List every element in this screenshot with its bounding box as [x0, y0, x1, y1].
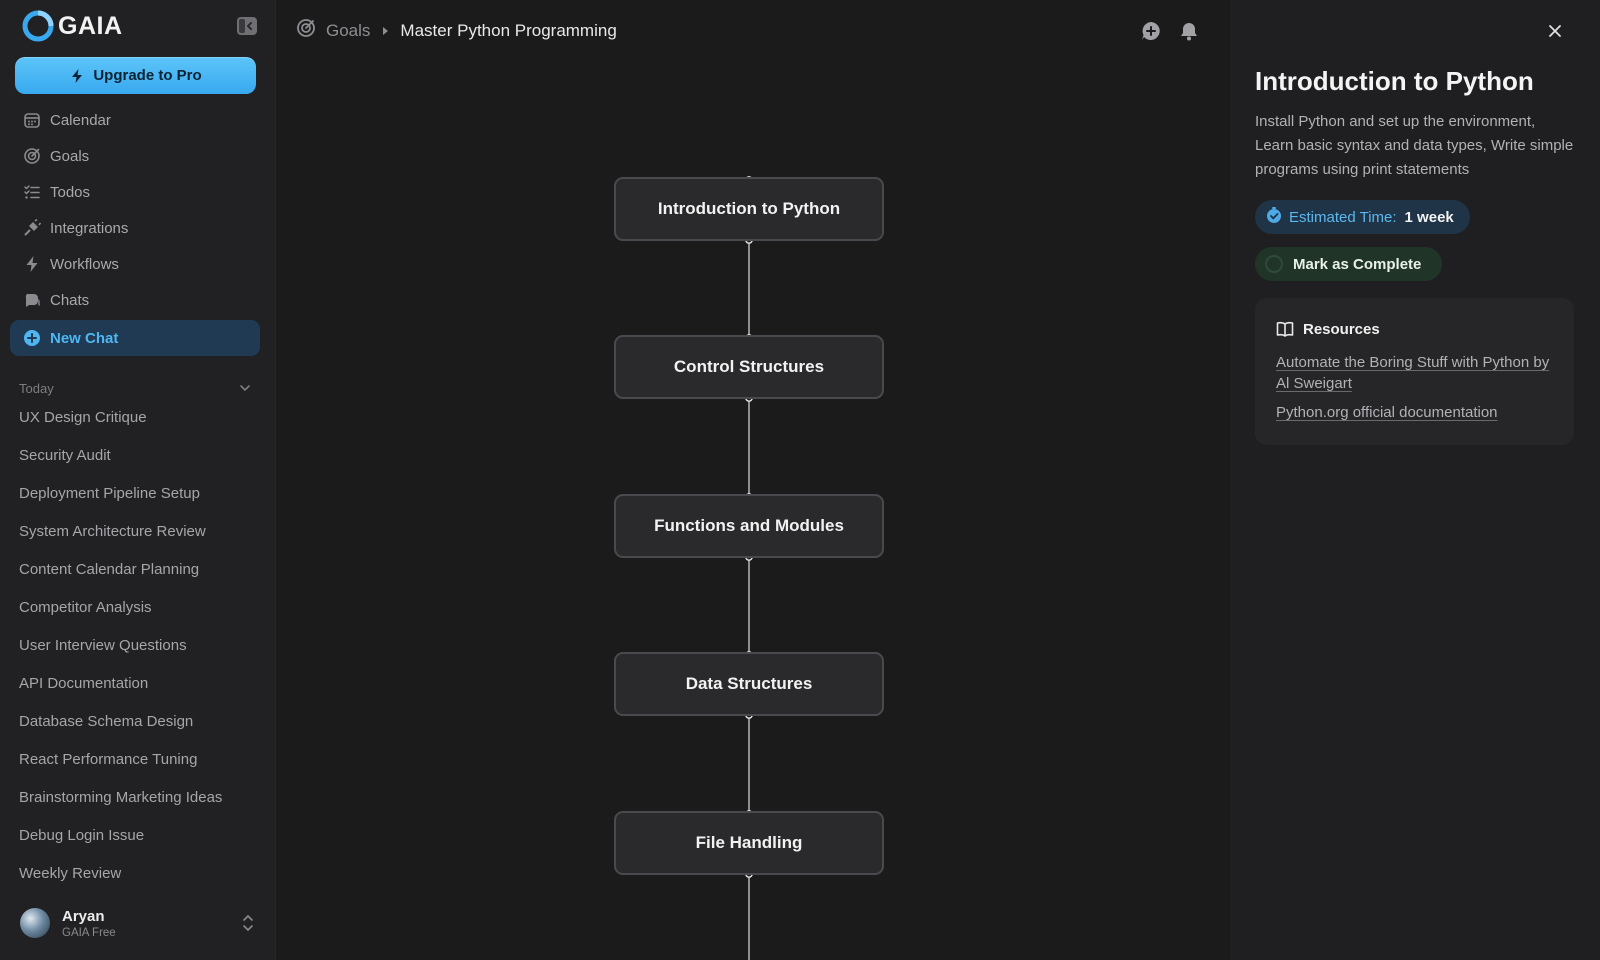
plug-icon: [23, 219, 41, 237]
node-detail-panel: Introduction to Python Install Python an…: [1230, 0, 1600, 960]
avatar: [20, 908, 50, 938]
gaia-logo-icon: [22, 10, 54, 42]
upgrade-label: Upgrade to Pro: [93, 67, 202, 84]
chat-history-item[interactable]: API Documentation: [19, 665, 259, 703]
stopwatch-icon: [1265, 206, 1283, 228]
chevron-up-down-icon[interactable]: [240, 913, 256, 933]
user-menu[interactable]: Aryan GAIA Free: [20, 903, 256, 943]
sidebar-item-label: Todos: [50, 183, 91, 201]
chat-history-item[interactable]: Security Audit: [19, 437, 259, 475]
roadmap-node[interactable]: Functions and Modules: [614, 494, 884, 558]
user-info: Aryan GAIA Free: [62, 908, 116, 939]
sidebar-item-goals[interactable]: Goals: [10, 138, 260, 174]
sidebar-item-integrations[interactable]: Integrations: [10, 210, 260, 246]
roadmap-node[interactable]: Control Structures: [614, 335, 884, 399]
book-open-icon: [1276, 321, 1294, 337]
main-header: Goals Master Python Programming: [276, 0, 1230, 60]
new-chat-icon[interactable]: [1140, 20, 1162, 42]
new-chat-label: New Chat: [50, 329, 119, 347]
todos-icon: [23, 183, 41, 201]
goals-icon: [23, 147, 41, 165]
mark-complete-button[interactable]: Mark as Complete: [1255, 247, 1443, 281]
user-name: Aryan: [62, 907, 105, 925]
breadcrumb: Goals Master Python Programming: [296, 18, 617, 43]
estimated-time-label: Estimated Time:: [1289, 208, 1397, 226]
chat-history-item[interactable]: User Interview Questions: [19, 627, 259, 665]
sidebar-nav: Calendar Goals Todos Integrations Workfl…: [10, 102, 260, 356]
section-label: Today: [19, 380, 54, 396]
sidebar-item-label: Workflows: [50, 255, 119, 273]
sidebar-item-label: Calendar: [50, 111, 111, 129]
sidebar-item-chats[interactable]: Chats: [10, 282, 260, 318]
chevron-right-icon: [380, 21, 390, 41]
new-chat-button[interactable]: New Chat: [10, 320, 260, 356]
bell-icon[interactable]: [1178, 20, 1200, 42]
goal-roadmap-canvas: Introduction to Python Control Structure…: [276, 60, 1230, 960]
sidebar-item-todos[interactable]: Todos: [10, 174, 260, 210]
chat-history-item[interactable]: Brainstorming Marketing Ideas: [19, 779, 259, 817]
breadcrumb-current: Master Python Programming: [400, 20, 617, 40]
chat-history-list: UX Design Critique Security Audit Deploy…: [19, 399, 259, 893]
section-today-header[interactable]: Today: [19, 380, 251, 396]
sidebar-item-workflows[interactable]: Workflows: [10, 246, 260, 282]
sidebar-item-label: Integrations: [50, 219, 129, 237]
chat-history-item[interactable]: Database Schema Design: [19, 703, 259, 741]
chat-history-item[interactable]: UX Design Critique: [19, 399, 259, 437]
bolt-icon: [23, 255, 41, 273]
estimated-time-badge: Estimated Time: 1 week: [1255, 200, 1470, 234]
estimated-time-value: 1 week: [1404, 208, 1454, 226]
resources-card: Resources Automate the Boring Stuff with…: [1255, 298, 1574, 445]
brand-name: GAIA: [58, 11, 123, 40]
app-root: GAIA Upgrade to Pro Calendar Goals Todos…: [0, 0, 1600, 960]
resource-link[interactable]: Python.org official documentation: [1276, 402, 1556, 423]
chats-icon: [23, 291, 41, 309]
sidebar-toggle-icon[interactable]: [236, 16, 258, 36]
breadcrumb-goals-link[interactable]: Goals: [326, 21, 370, 41]
close-icon[interactable]: [1546, 22, 1564, 40]
resources-header: Resources: [1276, 320, 1380, 338]
bolt-icon: [72, 68, 83, 83]
panel-title: Introduction to Python: [1255, 66, 1534, 96]
user-plan: GAIA Free: [62, 926, 116, 939]
chat-history-item[interactable]: Content Calendar Planning: [19, 551, 259, 589]
brand[interactable]: GAIA: [22, 10, 123, 42]
checkbox-circle-icon: [1265, 255, 1283, 273]
upgrade-button[interactable]: Upgrade to Pro: [15, 57, 256, 94]
plus-circle-icon: [23, 329, 41, 347]
chat-history-item[interactable]: Deployment Pipeline Setup: [19, 475, 259, 513]
chat-history-item[interactable]: System Architecture Review: [19, 513, 259, 551]
roadmap-node[interactable]: Data Structures: [614, 652, 884, 716]
sidebar: GAIA Upgrade to Pro Calendar Goals Todos…: [0, 0, 276, 960]
chat-history-item[interactable]: Weekly Review: [19, 855, 259, 893]
sidebar-item-label: Chats: [50, 291, 90, 309]
goals-icon: [296, 18, 316, 43]
resources-title: Resources: [1303, 320, 1380, 338]
resource-link[interactable]: Automate the Boring Stuff with Python by…: [1276, 352, 1556, 394]
panel-description: Install Python and set up the environmen…: [1255, 113, 1574, 178]
chat-history-item[interactable]: Debug Login Issue: [19, 817, 259, 855]
calendar-icon: [23, 111, 41, 129]
roadmap-node[interactable]: Introduction to Python: [614, 177, 884, 241]
sidebar-item-calendar[interactable]: Calendar: [10, 102, 260, 138]
mark-complete-label: Mark as Complete: [1293, 255, 1422, 273]
sidebar-item-label: Goals: [50, 147, 90, 165]
chat-history-item[interactable]: React Performance Tuning: [19, 741, 259, 779]
roadmap-node[interactable]: File Handling: [614, 811, 884, 875]
chevron-down-icon[interactable]: [239, 382, 251, 394]
chat-history-item[interactable]: Competitor Analysis: [19, 589, 259, 627]
